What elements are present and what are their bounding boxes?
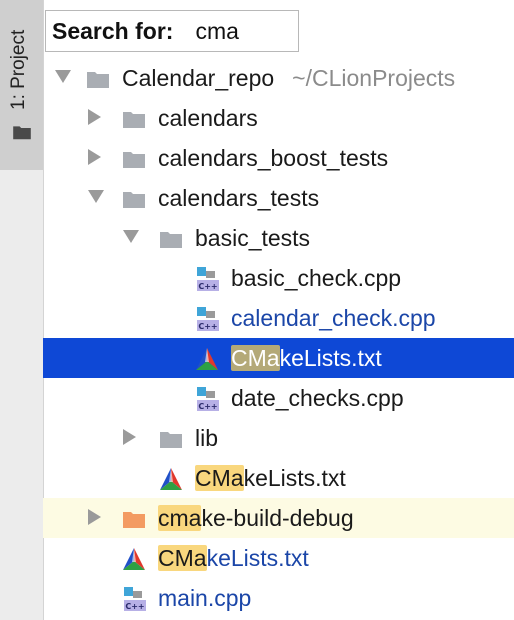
match-highlight: CMa [158,545,207,571]
tree-row-cmakelists-root[interactable]: CMakeLists.txt [43,538,514,578]
folder-label: calendars [158,105,258,131]
folder-icon [13,126,31,140]
file-label: basic_check.cpp [231,265,402,291]
cpp-file-icon [122,587,146,611]
collapse-arrow-icon[interactable] [88,509,101,525]
cpp-file-icon [195,307,219,331]
folder-label-rest: ke-build-debug [201,505,354,531]
folder-icon [159,429,183,449]
excluded-folder-icon [122,509,146,529]
match-highlight: CMa [195,465,244,491]
folder-label: lib [195,425,219,451]
tree-row-calendars[interactable]: calendars [43,98,514,138]
folder-label: calendars_boost_tests [158,145,389,171]
project-tool-tab[interactable]: 1: Project [0,0,43,170]
file-label-rest: keLists.txt [206,545,309,571]
tree-row-cmake-build-debug[interactable]: cmake-build-debug [43,498,514,538]
match-highlight: CMa [231,345,280,371]
folder-icon [122,149,146,169]
collapse-arrow-icon[interactable] [123,429,136,445]
file-label: main.cpp [158,585,252,611]
tree-row-calendars-tests[interactable]: calendars_tests [43,178,514,218]
tree-row-calendar-check[interactable]: calendar_check.cpp [43,298,514,338]
root-path: ~/CLionProjects [292,65,456,91]
search-input[interactable]: cma [195,18,238,45]
tree-row-date-checks[interactable]: date_checks.cpp [43,378,514,418]
file-label: date_checks.cpp [231,385,404,411]
file-label-rest: keLists.txt [279,345,382,371]
folder-label: basic_tests [195,225,311,251]
cmake-icon [122,547,146,571]
file-label-rest: keLists.txt [243,465,346,491]
collapse-arrow-icon[interactable] [88,109,101,125]
collapse-arrow-icon[interactable] [88,149,101,165]
cmake-icon [195,347,219,371]
folder-icon [122,189,146,209]
project-tab-label: 1: Project [8,29,29,110]
file-label: calendar_check.cpp [231,305,436,331]
expand-arrow-icon[interactable] [55,70,71,83]
match-highlight: cma [158,505,202,531]
tree-row-cmakelists-tests[interactable]: CMakeLists.txt [43,458,514,498]
tree-row-cmakelists-basic[interactable]: CMakeLists.txt [43,338,514,378]
speed-search-popup[interactable]: Search for: cma [45,10,299,52]
folder-label: calendars_tests [158,185,320,211]
folder-icon [122,109,146,129]
tree-row-calendars-boost-tests[interactable]: calendars_boost_tests [43,138,514,178]
tree-row-root[interactable]: Calendar_repo ~/CLionProjects [43,58,514,98]
folder-icon [159,229,183,249]
folder-icon [86,69,110,89]
expand-arrow-icon[interactable] [123,230,139,243]
cpp-file-icon [195,267,219,291]
tree-row-basic-tests[interactable]: basic_tests [43,218,514,258]
cpp-file-icon [195,387,219,411]
tree-row-main[interactable]: main.cpp [43,578,514,618]
tree-row-basic-check[interactable]: basic_check.cpp [43,258,514,298]
expand-arrow-icon[interactable] [88,190,104,203]
search-label: Search for: [52,17,174,44]
tree-row-lib[interactable]: lib [43,418,514,458]
tool-window-strip: 1: Project [0,0,44,620]
root-name: Calendar_repo [122,65,275,91]
cmake-icon [159,467,183,491]
